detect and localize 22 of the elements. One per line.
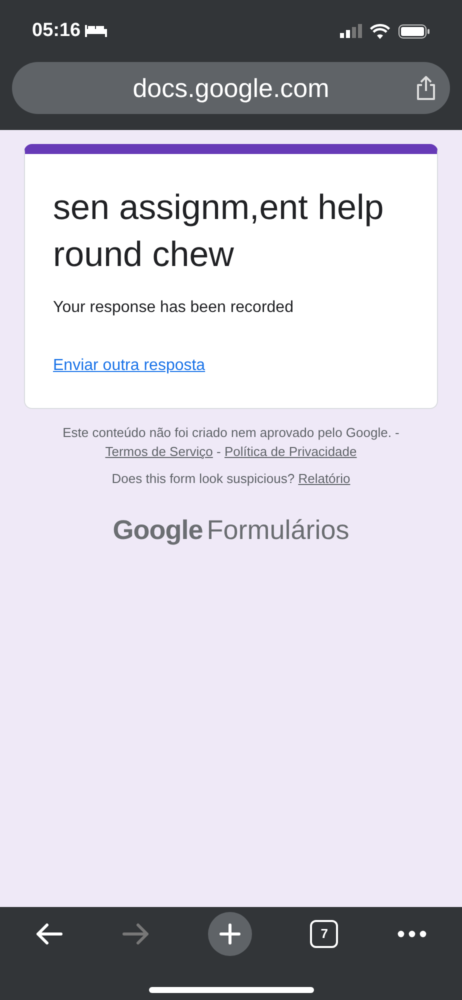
tab-count-button[interactable]: 7 bbox=[310, 920, 338, 948]
bed-icon bbox=[84, 24, 107, 38]
submit-another-link[interactable]: Enviar outra resposta bbox=[53, 357, 206, 374]
address-bar[interactable]: docs.google.com bbox=[12, 62, 450, 114]
separator-text: - bbox=[216, 444, 221, 459]
disclaimer-text: Este conteúdo não foi criado nem aprovado pelo Google. - bbox=[62, 425, 400, 440]
new-tab-button[interactable] bbox=[208, 912, 252, 956]
terms-link[interactable]: Termos de Serviço bbox=[105, 444, 213, 459]
forms-logo: Google Formulários bbox=[112, 514, 350, 547]
battery-icon bbox=[398, 24, 430, 38]
plus-icon bbox=[218, 923, 241, 945]
form-title: sen assignm,ent help round chew bbox=[53, 187, 385, 276]
share-icon[interactable] bbox=[416, 76, 436, 100]
privacy-link[interactable]: Política de Privacidade bbox=[224, 444, 357, 459]
more-icon[interactable] bbox=[396, 930, 427, 938]
confirmation-message: Your response has been recorded bbox=[53, 298, 294, 318]
back-button[interactable] bbox=[35, 923, 64, 945]
suspicious-question: Does this form look suspicious? bbox=[112, 471, 295, 486]
wifi-icon bbox=[370, 24, 390, 38]
report-link[interactable]: Relatório bbox=[298, 471, 350, 486]
signal-icon bbox=[340, 24, 362, 38]
status-time: 05:16 bbox=[32, 18, 81, 43]
